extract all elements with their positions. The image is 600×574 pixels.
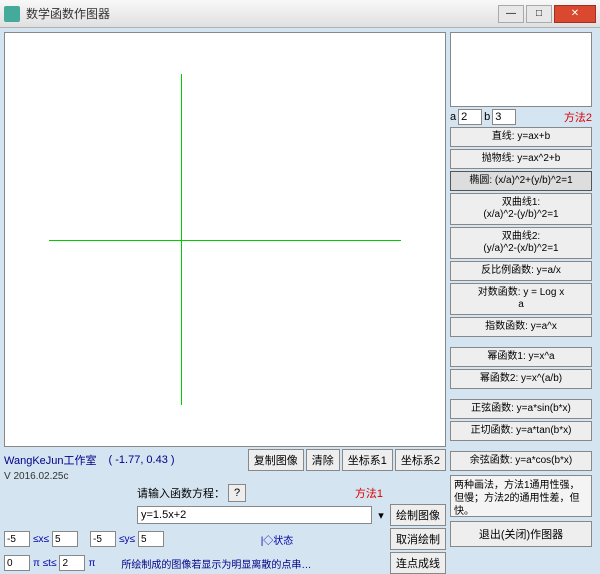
plot-canvas[interactable] xyxy=(4,32,446,447)
fn-exp[interactable]: 指数函数: y=a^x xyxy=(450,317,592,337)
status-row: WangKeJun工作室 ( -1.77, 0.43 ) 复制图像 清除 坐标系… xyxy=(4,449,446,471)
draw-button[interactable]: 绘制图像 xyxy=(390,504,446,526)
main-area: WangKeJun工作室 ( -1.77, 0.43 ) 复制图像 清除 坐标系… xyxy=(0,28,600,551)
workshop-label: WangKeJun工作室 xyxy=(4,452,97,468)
a-input[interactable] xyxy=(458,109,482,125)
t-range-label1: π ≤t≤ xyxy=(33,558,56,569)
fn-parabola[interactable]: 抛物线: y=ax^2+b xyxy=(450,149,592,169)
method2-label: 方法2 xyxy=(564,109,592,125)
left-column: WangKeJun工作室 ( -1.77, 0.43 ) 复制图像 清除 坐标系… xyxy=(0,28,450,551)
x-lo-input[interactable] xyxy=(4,531,30,547)
minimize-button[interactable]: — xyxy=(498,5,524,23)
t-hi-input[interactable] xyxy=(59,555,85,571)
close-button[interactable]: ✕ xyxy=(554,5,596,23)
titlebar: 数学函数作图器 — □ ✕ xyxy=(0,0,600,28)
axis1-button[interactable]: 坐标系1 xyxy=(342,449,393,471)
range-row-1: ≤x≤ ≤y≤ |◇状态 取消绘制 xyxy=(4,528,446,550)
x-axis xyxy=(49,240,401,241)
clear-button[interactable]: 清除 xyxy=(306,449,340,471)
dropdown-icon[interactable]: ▾ xyxy=(375,509,387,522)
hint-text: 所绘制成的图像若显示为明显离散的点串… xyxy=(121,556,311,571)
exit-button[interactable]: 退出(关闭)作图器 xyxy=(450,521,592,547)
fn-line[interactable]: 直线: y=ax+b xyxy=(450,127,592,147)
preview-box xyxy=(450,32,592,107)
version-label: V 2016.02.25c xyxy=(4,471,446,482)
help-button[interactable]: ? xyxy=(228,484,246,502)
fn-hyperbola1[interactable]: 双曲线1: (x/a)^2-(y/b)^2=1 xyxy=(450,193,592,225)
equation-prompt-row: 请输入函数方程： ? 方法1 xyxy=(4,484,446,502)
connect-dots-button[interactable]: 连点成线 xyxy=(390,552,446,574)
state-label: |◇状态 xyxy=(261,532,294,547)
ab-input-row: a b 方法2 xyxy=(450,109,592,125)
axis2-button[interactable]: 坐标系2 xyxy=(395,449,446,471)
y-range-label: ≤y≤ xyxy=(119,534,135,545)
equation-input-row: ▾ 绘制图像 xyxy=(4,504,446,526)
range-row-2: π ≤t≤ π 所绘制成的图像若显示为明显离散的点串… 连点成线 xyxy=(4,552,446,574)
y-axis xyxy=(181,74,182,404)
a-label: a xyxy=(450,111,456,123)
fn-power2[interactable]: 幂函数2: y=x^(a/b) xyxy=(450,369,592,389)
fn-inverse[interactable]: 反比例函数: y=a/x xyxy=(450,261,592,281)
b-label: b xyxy=(484,111,490,123)
x-hi-input[interactable] xyxy=(52,531,78,547)
fn-hyperbola2[interactable]: 双曲线2: (y/a)^2-(x/b)^2=1 xyxy=(450,227,592,259)
t-lo-input[interactable] xyxy=(4,555,30,571)
method-notes: 两种画法，方法1通用性强，但慢；方法2的通用性差，但快。 xyxy=(450,475,592,517)
x-range-label: ≤x≤ xyxy=(33,534,49,545)
y-lo-input[interactable] xyxy=(90,531,116,547)
window-buttons: — □ ✕ xyxy=(496,5,596,23)
app-icon xyxy=(4,6,20,22)
fn-ellipse[interactable]: 椭圆: (x/a)^2+(y/b)^2=1 xyxy=(450,171,592,191)
cancel-draw-button[interactable]: 取消绘制 xyxy=(390,528,446,550)
equation-prompt: 请输入函数方程： xyxy=(137,485,225,501)
cursor-coord: ( -1.77, 0.43 ) xyxy=(109,454,175,466)
window-title: 数学函数作图器 xyxy=(26,5,496,22)
copy-image-button[interactable]: 复制图像 xyxy=(248,449,304,471)
fn-log[interactable]: 对数函数: y = Log x a xyxy=(450,283,592,315)
fn-tan[interactable]: 正切函数: y=a*tan(b*x) xyxy=(450,421,592,441)
t-range-label2: π xyxy=(88,558,95,569)
equation-input[interactable] xyxy=(137,506,372,524)
maximize-button[interactable]: □ xyxy=(526,5,552,23)
fn-cos[interactable]: 余弦函数: y=a*cos(b*x) xyxy=(450,451,592,471)
b-input[interactable] xyxy=(492,109,516,125)
method1-label: 方法1 xyxy=(355,485,383,501)
fn-power1[interactable]: 幂函数1: y=x^a xyxy=(450,347,592,367)
right-column: a b 方法2 直线: y=ax+b 抛物线: y=ax^2+b 椭圆: (x/… xyxy=(450,28,596,551)
fn-sin[interactable]: 正弦函数: y=a*sin(b*x) xyxy=(450,399,592,419)
y-hi-input[interactable] xyxy=(138,531,164,547)
